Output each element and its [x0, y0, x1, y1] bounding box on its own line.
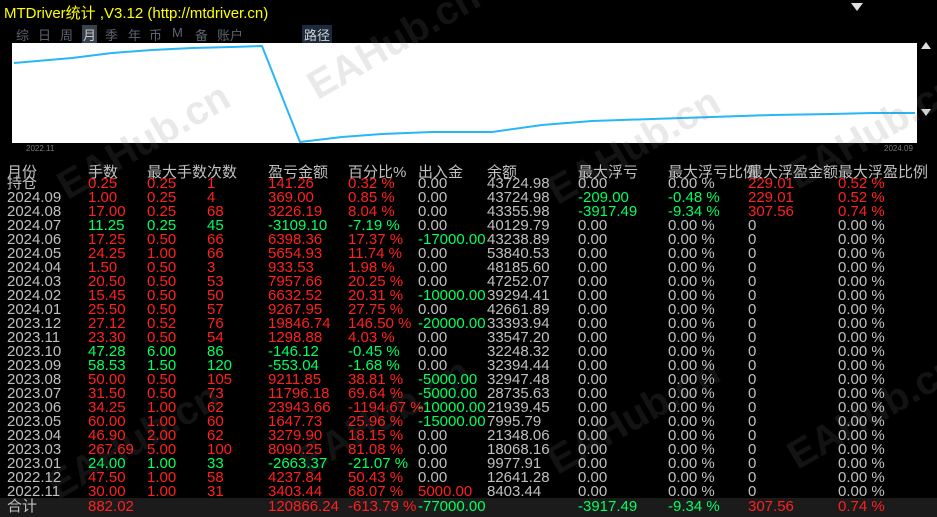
scroll-down-icon[interactable]: [918, 104, 934, 120]
table-row[interactable]: 2022.11 30.00 1.00 31 3403.44 68.07 % 5000.00 8…: [0, 483, 937, 500]
total-lots: 882.02: [88, 498, 134, 515]
table-row[interactable]: 2023.12 27.12 0.52 76 19846.74 146.50 % -20000…: [0, 316, 937, 331]
tab-10[interactable]: 路径: [302, 25, 333, 44]
scroll-up-icon[interactable]: [918, 38, 934, 54]
table-row[interactable]: 2024.08 17.00 0.25 68 3226.19 8.04 % 0.00 43355…: [0, 204, 937, 219]
tab-9[interactable]: 账户: [217, 25, 243, 44]
cell-profit: 3403.44: [268, 483, 323, 500]
total-max-drawdown: -3917.49: [578, 498, 638, 515]
cell-max-drawdown: 0.00: [578, 483, 608, 500]
table-header: 月份 手数 最大手数 次数 盈亏金额 百分比% 出入金 余额 最大浮亏 最大浮亏比例 最大浮盈金额最…: [0, 161, 937, 181]
tab-6[interactable]: 币: [149, 25, 162, 44]
cell-balance: 8403.44: [487, 483, 542, 500]
table-row[interactable]: 2023.10 47.28 6.00 86 -146.12 -0.45 % 0.00 3224…: [0, 344, 937, 359]
table-row[interactable]: 2024.06 17.25 0.50 66 6398.36 17.37 % -17000.0…: [0, 232, 937, 247]
window-title: MTDriver统计 ,V3.12 (http://mtdriver.cn): [4, 5, 269, 22]
cell-max-float-profit-pct: 0.00 %: [838, 483, 885, 500]
cell-lots: 30.00: [88, 483, 126, 500]
total-max-drawdown-pct: -9.34 %: [668, 498, 720, 515]
total-max-float-profit: 307.56: [748, 498, 794, 515]
table-row[interactable]: 2023.11 23.30 0.50 54 1298.88 4.03 % 0.00 33547…: [0, 330, 937, 345]
collapse-triangle-icon[interactable]: [850, 2, 864, 12]
chart-end-label: 2024.09: [884, 144, 913, 153]
total-month: 合计: [7, 498, 38, 515]
tab-7[interactable]: M: [172, 25, 183, 40]
table-row[interactable]: 2024.04 1.50 0.50 3 933.53 1.98 % 0.00 48185.60…: [0, 260, 937, 275]
table-row[interactable]: 2023.04 46.90 2.00 62 3279.90 18.15 % 0.00 2134…: [0, 428, 937, 443]
table-row[interactable]: 持仓 0.25 0.25 1 141.26 0.32 % 0.00 43724.98 0.00 0…: [0, 176, 937, 191]
chart-start-label: 2022.11: [26, 144, 55, 153]
tab-2[interactable]: 周: [60, 25, 73, 44]
tab-4[interactable]: 季: [105, 25, 118, 44]
total-deposit: -77000.00: [418, 498, 486, 515]
tab-5[interactable]: 年: [128, 25, 141, 44]
total-profit: 120866.24: [268, 498, 339, 515]
tab-3[interactable]: 月: [82, 25, 98, 44]
mtdriver-stats-window: { "window": {"title": "MTDriver统计 ,V3.12…: [0, 0, 937, 517]
cell-max-lots: 1.00: [147, 483, 177, 500]
table-row[interactable]: 2023.01 24.00 1.00 33 -2663.37 -21.07 % 0.00 99…: [0, 456, 937, 471]
tab-8[interactable]: 备: [195, 25, 208, 44]
cell-percent: 68.07 %: [348, 483, 404, 500]
cell-max-float-profit: 0: [748, 483, 757, 500]
total-percent: -613.79 %: [348, 498, 417, 515]
cell-deposit: 5000.00: [418, 483, 473, 500]
totals-row: 合计 882.02 120866.24 -613.79 % -77000.00 -3917…: [0, 498, 937, 517]
total-max-float-profit-pct: 0.74 %: [838, 498, 885, 515]
balance-line: [13, 44, 915, 143]
cell-month: 2022.11: [7, 483, 61, 500]
balance-chart: [12, 43, 917, 143]
cell-trades: 31: [207, 483, 224, 500]
tab-1[interactable]: 日: [38, 25, 51, 44]
table-row[interactable]: 2023.05 60.00 1.00 60 1647.73 25.96 % -15000.0…: [0, 414, 937, 429]
cell-max-drawdown-pct: 0.00 %: [668, 483, 715, 500]
table-row[interactable]: 2024.09 1.00 0.25 4 369.00 0.85 % 0.00 43724.98…: [0, 190, 937, 205]
table-row[interactable]: 2023.03 267.69 5.00 100 8090.25 81.08 % 0.00 18…: [0, 442, 937, 457]
tab-0[interactable]: 综: [16, 25, 29, 44]
table-row[interactable]: 2024.05 24.25 1.00 66 5654.93 11.74 % 0.00 5384…: [0, 246, 937, 261]
table-row[interactable]: 2024.02 15.45 0.50 50 6632.52 20.31 % -10000.0…: [0, 288, 937, 303]
